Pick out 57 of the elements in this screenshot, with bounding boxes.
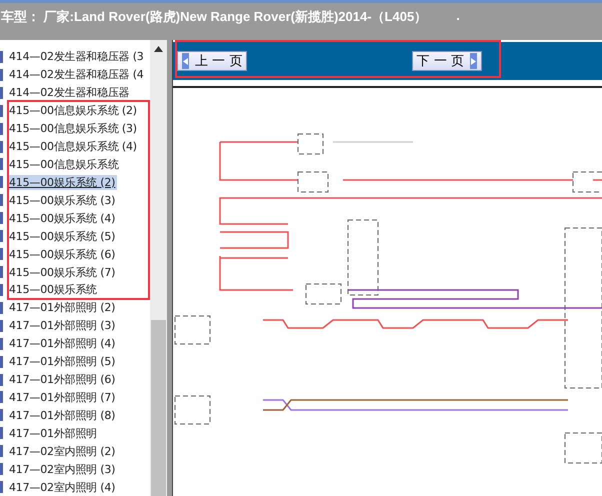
tree-node-icon: [0, 356, 3, 368]
sidebar-item[interactable]: 415—00信息娱乐系统 (2): [7, 103, 139, 118]
scrollbar-thumb[interactable]: [151, 320, 166, 496]
tree-node-icon: [0, 68, 3, 81]
sidebar-item[interactable]: 414—02发生器和稳压器 (4: [7, 67, 146, 82]
tree-node-icon: [0, 86, 3, 99]
sidebar-item[interactable]: 415—00娱乐系统 (4): [7, 210, 118, 226]
sidebar-item[interactable]: 417—01外部照明 (5): [7, 354, 118, 370]
tree-node-icon: [0, 158, 3, 170]
sidebar-item[interactable]: 415—00娱乐系统 (6): [7, 246, 118, 262]
tree-node-icon: [0, 194, 3, 206]
tree-node-icon: [0, 176, 3, 188]
sidebar-item[interactable]: 415—00信息娱乐系统: [7, 156, 121, 172]
tree-node-icon: [0, 481, 3, 494]
sidebar-item[interactable]: 415—00信息娱乐系统 (4): [7, 139, 139, 154]
sidebar-item[interactable]: 414—02发生器和稳压器: [7, 85, 132, 100]
sidebar-item[interactable]: 417—01外部照明 (4): [7, 336, 118, 352]
tree-node-icon: [0, 122, 3, 135]
sidebar-item[interactable]: 417—01外部照明 (2): [7, 300, 118, 316]
scroll-up-icon[interactable]: [154, 46, 163, 52]
sidebar-item[interactable]: 417—02室内照明 (2): [7, 444, 118, 459]
tree-node-icon: [0, 230, 3, 242]
prev-page-button[interactable]: 上 一 页: [177, 51, 248, 71]
tree-node-icon: [0, 320, 3, 332]
sidebar-item[interactable]: 417—01外部照明 (7): [7, 390, 118, 405]
sidebar-item[interactable]: 417—02室内照明 (3): [7, 462, 118, 477]
sidebar-item[interactable]: 415—00娱乐系统: [7, 282, 99, 298]
tree-node-icon: [0, 302, 3, 314]
sidebar-item[interactable]: 415—00信息娱乐系统 (3): [7, 121, 139, 136]
tree-node-icon: [0, 104, 3, 117]
tree-node-icon: [0, 374, 3, 386]
sidebar-item[interactable]: 417—01外部照明 (3): [7, 318, 118, 334]
dot-text: .: [456, 8, 460, 23]
sidebar-item[interactable]: 417—01外部照明 (6): [7, 372, 118, 388]
sidebar-item[interactable]: 415—00娱乐系统 (5): [7, 228, 118, 244]
tree-node-icon: [0, 409, 3, 422]
tree-node-icon: [0, 463, 3, 476]
sidebar-item[interactable]: 415—00娱乐系统 (3): [7, 192, 118, 208]
tree-node-icon: [0, 248, 3, 260]
next-page-button[interactable]: 下 一 页: [412, 51, 482, 71]
sidebar-item[interactable]: 417—01外部照明 (8): [7, 408, 118, 423]
tree-node-icon: [0, 427, 3, 440]
tree-node-icon: [0, 338, 3, 350]
tree-node-icon: [0, 140, 3, 153]
sidebar-item[interactable]: 415—00娱乐系统 (7): [7, 264, 118, 280]
tree-node-icon: [0, 212, 3, 224]
tree-node-icon: [0, 445, 3, 458]
sidebar-item[interactable]: 417—02室内照明 (4): [7, 480, 118, 495]
tree-node-icon: [0, 284, 3, 296]
tree-node-icon: [0, 266, 3, 278]
vehicle-title: 车型： 厂家:Land Rover(路虎)New Range Rover(新揽胜)2014-（L405）: [1, 8, 428, 26]
tree-node-icon: [0, 50, 3, 63]
sidebar-item[interactable]: 415—00娱乐系统 (2): [7, 174, 118, 190]
tree-node-icon: [0, 391, 3, 404]
sidebar-item[interactable]: 414—02发生器和稳压器 (3: [7, 49, 146, 64]
sidebar-item[interactable]: 417—01外部照明: [7, 426, 99, 441]
scrollbar[interactable]: [150, 40, 167, 496]
